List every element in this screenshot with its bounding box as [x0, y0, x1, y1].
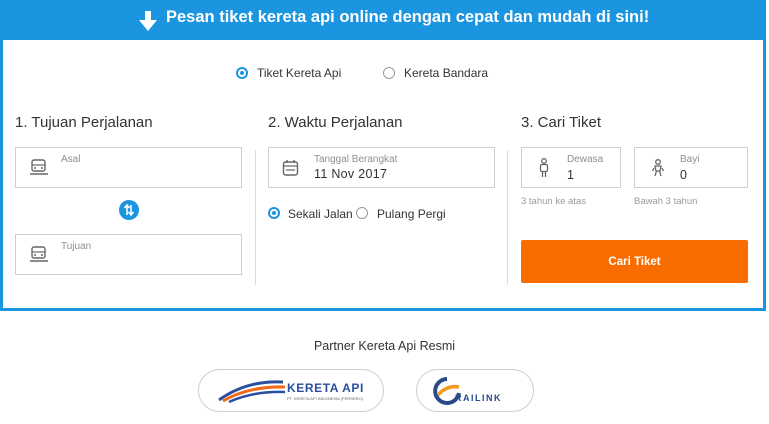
train-icon	[30, 159, 48, 175]
departure-date-value[interactable]: 11 Nov 2017	[314, 167, 387, 181]
radio-kereta-bandara-label[interactable]: Kereta Bandara	[404, 66, 488, 80]
railink-logo-name: RAILINK	[455, 393, 502, 403]
adult-count[interactable]: 1	[567, 168, 574, 182]
infant-icon	[652, 159, 664, 177]
origin-label: Asal	[61, 154, 81, 165]
swap-stations-button[interactable]	[119, 200, 139, 220]
partner-railink-logo[interactable]: RAILINK	[416, 369, 534, 412]
destination-label: Tujuan	[61, 241, 92, 252]
adult-icon	[539, 158, 549, 177]
banner-text: Pesan tiket kereta api online dengan cep…	[166, 8, 650, 26]
column-divider	[255, 150, 256, 285]
radio-sekali-jalan[interactable]	[268, 207, 280, 219]
departure-date-label: Tanggal Berangkat	[314, 154, 398, 165]
radio-pulang-pergi-label[interactable]: Pulang Pergi	[377, 207, 446, 221]
radio-tiket-kereta-api[interactable]	[236, 67, 248, 79]
destination-field[interactable]: Tujuan	[15, 234, 242, 275]
column-divider	[507, 150, 508, 285]
swap-icon	[123, 203, 135, 217]
calendar-icon	[282, 160, 299, 176]
promo-banner: Pesan tiket kereta api online dengan cep…	[0, 0, 766, 40]
section-title-cari: 3. Cari Tiket	[521, 114, 602, 131]
adult-passenger-field[interactable]: Dewasa 1	[521, 147, 621, 188]
origin-field[interactable]: Asal	[15, 147, 242, 188]
infant-label: Bayi	[680, 154, 700, 165]
partner-kai-logo[interactable]: KERETA API PT. KERETA API INDONESIA (PER…	[198, 369, 384, 412]
radio-tiket-kereta-api-label[interactable]: Tiket Kereta Api	[257, 66, 341, 80]
departure-date-field[interactable]: Tanggal Berangkat 11 Nov 2017	[268, 147, 495, 188]
section-title-waktu: 2. Waktu Perjalanan	[268, 114, 403, 131]
radio-pulang-pergi[interactable]	[356, 207, 368, 219]
kai-logo-icon	[218, 380, 286, 404]
train-icon	[30, 246, 48, 262]
adult-label: Dewasa	[567, 154, 604, 165]
radio-sekali-jalan-label[interactable]: Sekali Jalan	[288, 207, 353, 221]
kai-logo-name: KERETA API	[287, 381, 364, 395]
infant-passenger-field[interactable]: Bayi 0	[634, 147, 748, 188]
infant-count[interactable]: 0	[680, 168, 687, 182]
arrow-down-icon	[139, 11, 157, 31]
radio-kereta-bandara[interactable]	[383, 67, 395, 79]
section-title-tujuan: 1. Tujuan Perjalanan	[15, 114, 153, 131]
infant-hint: Bawah 3 tahun	[634, 196, 698, 207]
kai-logo-subtitle: PT. KERETA API INDONESIA (PERSERO)	[287, 396, 363, 401]
search-tickets-button[interactable]: Cari Tiket	[521, 240, 748, 283]
partners-title: Partner Kereta Api Resmi	[313, 339, 456, 353]
adult-hint: 3 tahun ke atas	[521, 196, 586, 207]
